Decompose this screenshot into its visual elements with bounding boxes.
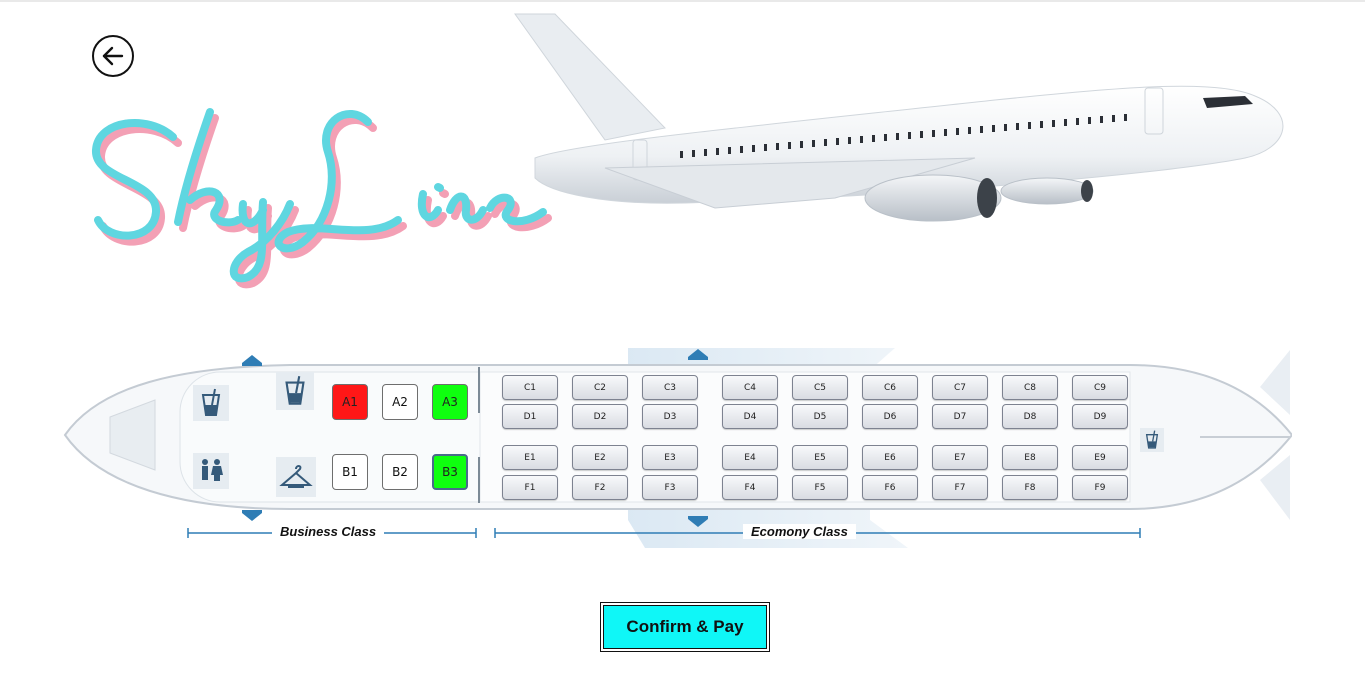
seat-c5[interactable]: C5	[792, 375, 848, 400]
seat-f1[interactable]: F1	[502, 475, 558, 500]
seat-c8[interactable]: C8	[1002, 375, 1058, 400]
confirm-pay-label: Confirm & Pay	[603, 605, 767, 649]
seat-e7[interactable]: E7	[932, 445, 988, 470]
seat-d7[interactable]: D7	[932, 404, 988, 429]
seat-e6[interactable]: E6	[862, 445, 918, 470]
economy-class-label: Ecomony Class	[743, 524, 856, 539]
seat-f7[interactable]: F7	[932, 475, 988, 500]
arrow-left-icon	[102, 46, 124, 66]
seat-d4[interactable]: D4	[722, 404, 778, 429]
seat-e9[interactable]: E9	[1072, 445, 1128, 470]
confirm-pay-button[interactable]: Confirm & Pay	[600, 602, 770, 652]
seat-e2[interactable]: E2	[572, 445, 628, 470]
seat-f6[interactable]: F6	[862, 475, 918, 500]
seat-c4[interactable]: C4	[722, 375, 778, 400]
seat-f8[interactable]: F8	[1002, 475, 1058, 500]
seat-e5[interactable]: E5	[792, 445, 848, 470]
back-button[interactable]	[92, 35, 134, 77]
seat-f9[interactable]: F9	[1072, 475, 1128, 500]
seat-c3[interactable]: C3	[642, 375, 698, 400]
seat-d1[interactable]: D1	[502, 404, 558, 429]
seat-d2[interactable]: D2	[572, 404, 628, 429]
seat-d9[interactable]: D9	[1072, 404, 1128, 429]
seat-e3[interactable]: E3	[642, 445, 698, 470]
top-divider	[0, 0, 1365, 2]
seat-c6[interactable]: C6	[862, 375, 918, 400]
seat-d8[interactable]: D8	[1002, 404, 1058, 429]
seat-f2[interactable]: F2	[572, 475, 628, 500]
seat-c9[interactable]: C9	[1072, 375, 1128, 400]
seat-d6[interactable]: D6	[862, 404, 918, 429]
seat-map: A1 A2 A3 B1 B2 B3 C1 C2 C3 C4 C5 C6 C7 C8 C9 D1 D2…	[60, 345, 1292, 550]
economy-seat-grid: C1 C2 C3 C4 C5 C6 C7 C8 C9 D1 D2 D3 D4 D5 D6 D7 D8 D9 E1 E2…	[60, 345, 1292, 550]
seat-e1[interactable]: E1	[502, 445, 558, 470]
seat-e8[interactable]: E8	[1002, 445, 1058, 470]
seat-c2[interactable]: C2	[572, 375, 628, 400]
seat-c1[interactable]: C1	[502, 375, 558, 400]
seat-c7[interactable]: C7	[932, 375, 988, 400]
seat-d3[interactable]: D3	[642, 404, 698, 429]
business-class-label: Business Class	[272, 524, 385, 539]
airplane-illustration	[514, 13, 1284, 222]
seat-f5[interactable]: F5	[792, 475, 848, 500]
seat-f3[interactable]: F3	[642, 475, 698, 500]
seat-f4[interactable]: F4	[722, 475, 778, 500]
seat-e4[interactable]: E4	[722, 445, 778, 470]
seat-d5[interactable]: D5	[792, 404, 848, 429]
